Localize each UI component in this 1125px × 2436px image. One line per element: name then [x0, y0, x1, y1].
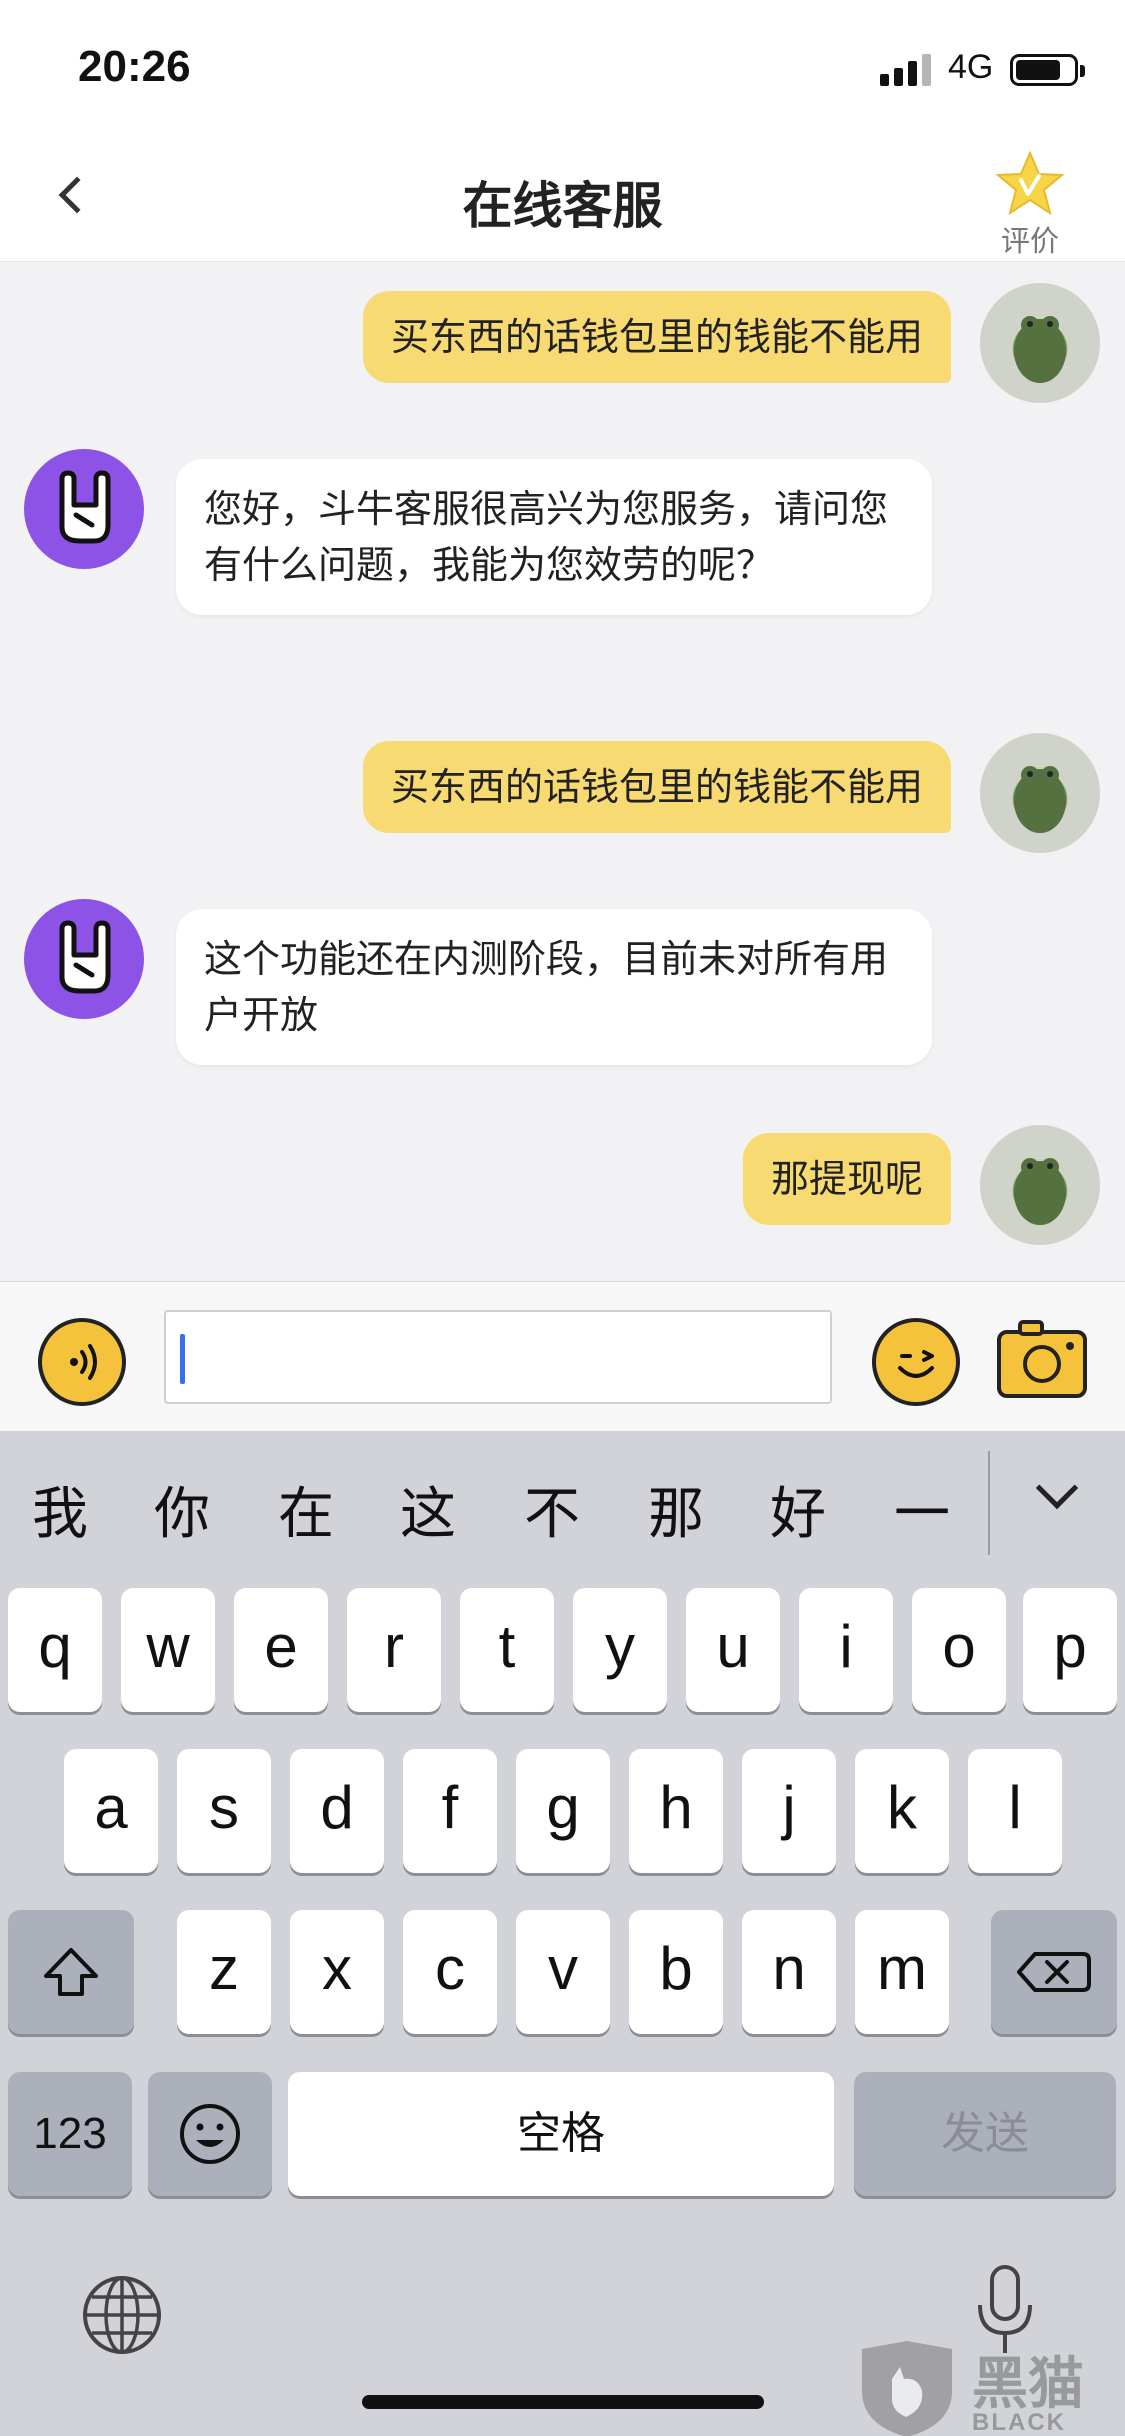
key-i[interactable]: i [799, 1588, 893, 1712]
key-r[interactable]: r [347, 1588, 441, 1712]
candidate-divider [988, 1451, 990, 1555]
status-time: 20:26 [78, 42, 191, 91]
text-caret [180, 1334, 185, 1384]
status-bar: 20:26 4G [0, 0, 1125, 130]
watermark-logo: 黑猫 BLACK CAT [852, 2339, 1122, 2436]
shift-icon [44, 1948, 98, 1996]
space-key[interactable]: 空格 [288, 2072, 834, 2196]
numbers-key[interactable]: 123 [8, 2072, 132, 2196]
key-l[interactable]: l [968, 1749, 1062, 1873]
voice-button[interactable] [38, 1318, 126, 1406]
key-n[interactable]: n [742, 1910, 836, 2034]
voice-icon [70, 1344, 97, 1380]
key-a[interactable]: a [64, 1749, 158, 1873]
watermark-text: 黑猫 [972, 2352, 1084, 2417]
key-j[interactable]: j [742, 1749, 836, 1873]
rock-hand-icon [59, 470, 111, 544]
key-g[interactable]: g [516, 1749, 610, 1873]
candidate-word[interactable]: 这 [388, 1469, 468, 1550]
candidate-word[interactable]: 那 [636, 1469, 716, 1550]
frog-plush-icon [1014, 316, 1066, 383]
candidate-word[interactable]: 不 [512, 1469, 592, 1550]
chat-area[interactable]: 买东西的话钱包里的钱能不能用 您好，斗牛客服很高兴为您服务，请问您有什么问题，我… [0, 263, 1125, 1281]
backspace-key[interactable] [991, 1910, 1117, 2034]
watermark-subtext: BLACK CAT [972, 2409, 1066, 2436]
screen: 20:26 4G 在线客服 评价 买东西的话钱包里的钱能不能用 您好，斗牛客服很… [0, 0, 1125, 2436]
agent-message-bubble[interactable]: 这个功能还在内测阶段，目前未对所有用户开放 [176, 909, 932, 1065]
key-s[interactable]: s [177, 1749, 271, 1873]
send-key[interactable]: 发送 [854, 2072, 1116, 2196]
rate-button[interactable]: 评价 [985, 150, 1075, 260]
camera-icon [997, 1320, 1087, 1398]
candidate-word[interactable]: 我 [20, 1469, 100, 1550]
page-title: 在线客服 [462, 177, 663, 235]
black-cat-shield-icon [862, 2341, 952, 2436]
candidate-word[interactable]: 在 [266, 1469, 346, 1550]
key-z[interactable]: z [177, 1910, 271, 2034]
key-c[interactable]: c [403, 1910, 497, 2034]
shift-key[interactable] [8, 1910, 134, 2034]
frog-plush-icon [1014, 1158, 1066, 1225]
user-avatar[interactable] [980, 283, 1100, 403]
user-avatar[interactable] [980, 733, 1100, 853]
key-x[interactable]: x [290, 1910, 384, 2034]
backspace-icon [1017, 1952, 1091, 1992]
key-o[interactable]: o [912, 1588, 1006, 1712]
key-e[interactable]: e [234, 1588, 328, 1712]
globe-button[interactable] [80, 2273, 164, 2357]
candidate-bar: 我 你 在 这 不 那 好 一 [0, 1431, 1125, 1581]
input-bar [0, 1281, 1125, 1431]
key-b[interactable]: b [629, 1910, 723, 2034]
rate-label: 评价 [1000, 224, 1059, 258]
emoji-key[interactable] [148, 2072, 272, 2196]
key-m[interactable]: m [855, 1910, 949, 2034]
home-indicator[interactable] [362, 2395, 764, 2409]
user-message-bubble[interactable]: 那提现呢 [742, 1133, 951, 1225]
key-t[interactable]: t [460, 1588, 554, 1712]
key-h[interactable]: h [629, 1749, 723, 1873]
emoji-face-icon [180, 2104, 240, 2164]
key-y[interactable]: y [573, 1588, 667, 1712]
key-d[interactable]: d [290, 1749, 384, 1873]
key-u[interactable]: u [686, 1588, 780, 1712]
message-input[interactable] [164, 1310, 832, 1404]
keyboard: 我 你 在 这 不 那 好 一 q w e r t y u i o p a s … [0, 1431, 1125, 2436]
rock-hand-icon [59, 920, 111, 994]
candidate-word[interactable]: 好 [758, 1469, 838, 1550]
star-icon [995, 150, 1065, 216]
agent-avatar[interactable] [24, 449, 144, 569]
key-q[interactable]: q [8, 1588, 102, 1712]
key-p[interactable]: p [1023, 1588, 1117, 1712]
key-v[interactable]: v [516, 1910, 610, 2034]
nav-bar: 在线客服 评价 [0, 130, 1125, 262]
agent-avatar[interactable] [24, 899, 144, 1019]
globe-icon [83, 2276, 161, 2354]
network-type: 4G [948, 48, 994, 86]
key-w[interactable]: w [121, 1588, 215, 1712]
signal-icon [880, 52, 934, 86]
user-message-bubble[interactable]: 买东西的话钱包里的钱能不能用 [362, 291, 951, 383]
smiley-icon [898, 1350, 934, 1378]
chevron-down-icon [1035, 1466, 1079, 1510]
candidate-word[interactable]: 你 [142, 1469, 222, 1550]
frog-plush-icon [1014, 766, 1066, 833]
emoji-button[interactable] [872, 1318, 960, 1406]
expand-candidates-button[interactable] [1020, 1461, 1100, 1541]
candidate-word[interactable]: 一 [882, 1469, 962, 1550]
key-k[interactable]: k [855, 1749, 949, 1873]
key-f[interactable]: f [403, 1749, 497, 1873]
agent-message-bubble[interactable]: 您好，斗牛客服很高兴为您服务，请问您有什么问题，我能为您效劳的呢？ [176, 459, 932, 615]
camera-button[interactable] [996, 1318, 1088, 1400]
user-avatar[interactable] [980, 1125, 1100, 1245]
user-message-bubble[interactable]: 买东西的话钱包里的钱能不能用 [362, 741, 951, 833]
battery-icon [1010, 54, 1085, 86]
